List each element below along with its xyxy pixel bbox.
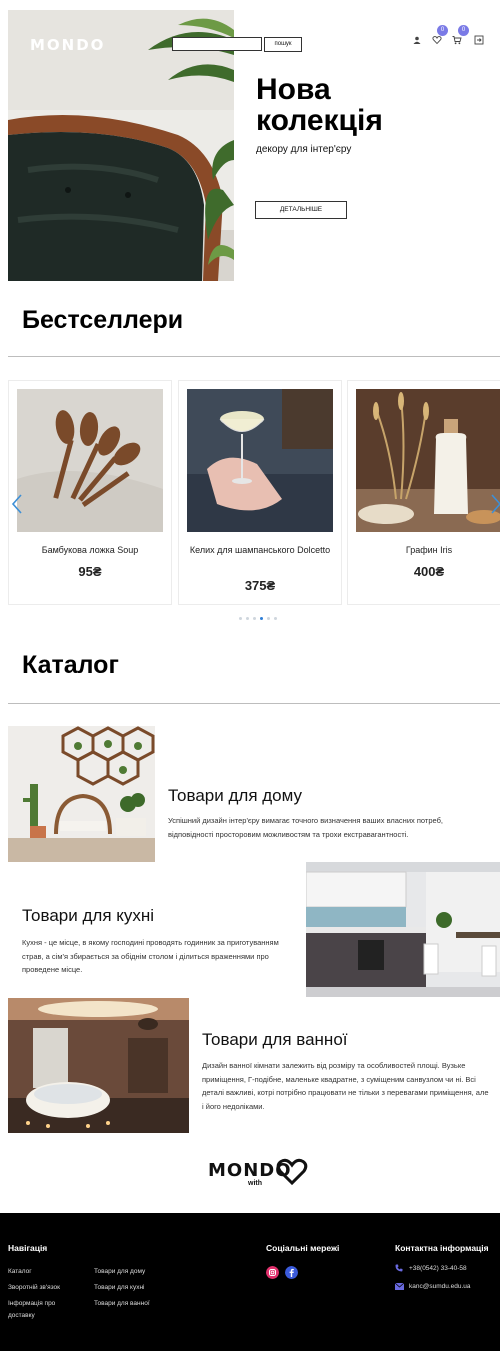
carousel-dots xyxy=(239,617,277,620)
product-price: 400₴ xyxy=(413,564,445,579)
product-card[interactable]: Графин Iris 400₴ xyxy=(347,380,500,605)
carousel-dot[interactable] xyxy=(253,617,256,620)
product-price: 95₴ xyxy=(78,564,102,579)
facebook-icon[interactable] xyxy=(285,1266,298,1279)
cart-badge: 0 xyxy=(458,25,469,36)
email-icon xyxy=(395,1283,404,1290)
product-image xyxy=(356,389,500,532)
category-title[interactable]: Товари для кухні xyxy=(22,906,154,926)
footer-email[interactable]: kanc@sumdu.edu.ua xyxy=(409,1281,471,1293)
bath-category-image[interactable] xyxy=(8,998,189,1133)
footer-link[interactable]: Товари для кухні xyxy=(94,1282,145,1294)
user-icon[interactable] xyxy=(412,35,422,45)
carousel-dot[interactable] xyxy=(239,617,242,620)
product-card[interactable]: Бамбукова ложка Soup 95₴ xyxy=(8,380,172,605)
divider xyxy=(8,356,500,357)
footer-link[interactable]: Каталог xyxy=(8,1266,32,1278)
carousel-prev-arrow-icon[interactable] xyxy=(11,494,23,514)
login-icon[interactable] xyxy=(474,35,484,45)
category-title[interactable]: Товари для ванної xyxy=(202,1030,348,1050)
carousel-dot[interactable] xyxy=(267,617,270,620)
footer: Навігація Каталог Зворотній зв'язок Інфо… xyxy=(0,1213,500,1351)
category-description: Кухня - це місце, в якому господині пров… xyxy=(22,938,279,974)
category-description: Дизайн ванної кімнати залежить від розмі… xyxy=(202,1061,489,1111)
footer-link[interactable]: Товари для дому xyxy=(94,1266,145,1278)
kitchen-category-image[interactable] xyxy=(306,862,500,997)
hero-title: Нова колекція xyxy=(256,73,383,137)
details-button[interactable]: ДЕТАЛЬНІШЕ xyxy=(255,201,347,219)
hero-subtitle: декору для інтер'єру xyxy=(256,144,352,155)
footer-link[interactable]: Товари для ванної xyxy=(94,1298,150,1310)
brand-sub: with xyxy=(248,1180,262,1187)
carousel-dot[interactable] xyxy=(274,617,277,620)
product-image xyxy=(187,389,333,532)
footer-contact-title: Контактна інформація xyxy=(395,1243,489,1253)
product-name[interactable]: Графин Iris xyxy=(348,542,500,558)
product-price: 375₴ xyxy=(244,578,276,593)
logo[interactable]: MONDO xyxy=(30,36,105,54)
product-card[interactable]: Келих для шампанського Dolcetto 375₴ xyxy=(178,380,342,605)
wishlist-badge: 0 xyxy=(437,25,448,36)
search-input[interactable] xyxy=(172,37,262,51)
product-name[interactable]: Бамбукова ложка Soup xyxy=(9,542,171,558)
footer-phone[interactable]: +38(0542) 33-40-58 xyxy=(409,1263,467,1275)
search-button[interactable]: пошук xyxy=(264,37,302,52)
product-name[interactable]: Келих для шампанського Dolcetto xyxy=(179,542,341,558)
home-category-image[interactable] xyxy=(8,726,155,862)
carousel-dot-active[interactable] xyxy=(260,617,263,620)
catalog-title: Каталог xyxy=(22,651,119,679)
divider xyxy=(8,703,500,704)
carousel-next-arrow-icon[interactable] xyxy=(490,494,500,514)
instagram-icon[interactable] xyxy=(266,1266,279,1279)
footer-social-title: Соціальні мережі xyxy=(266,1243,340,1253)
category-description: Успішний дизайн інтер'єру вимагає точног… xyxy=(168,816,443,839)
bestsellers-title: Бестселлери xyxy=(22,306,184,334)
category-title[interactable]: Товари для дому xyxy=(168,786,302,806)
footer-link[interactable]: Інформація про доставку xyxy=(8,1298,74,1322)
cart-icon[interactable] xyxy=(452,35,462,45)
heart-logo-icon xyxy=(276,1158,308,1186)
footer-nav-title: Навігація xyxy=(8,1243,48,1253)
footer-link[interactable]: Зворотній зв'язок xyxy=(8,1282,60,1294)
heart-icon[interactable] xyxy=(432,35,442,45)
carousel-dot[interactable] xyxy=(246,617,249,620)
product-image xyxy=(17,389,163,532)
phone-icon xyxy=(395,1264,403,1272)
